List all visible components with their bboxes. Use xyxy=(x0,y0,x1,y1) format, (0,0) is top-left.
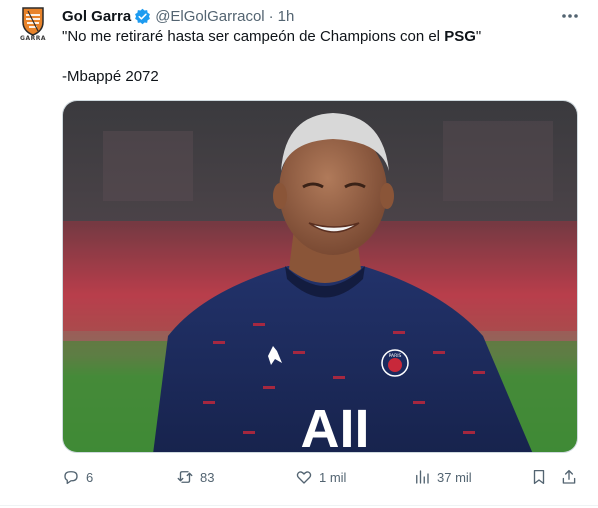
display-name[interactable]: Gol Garra xyxy=(62,8,131,25)
tweet-header: Gol Garra @ElGolGarracol · 1h xyxy=(62,6,294,26)
views-chart-icon xyxy=(416,470,429,484)
tweet-divider xyxy=(0,505,598,506)
quote-bold-text: PSG xyxy=(444,28,476,45)
bookmark-button[interactable] xyxy=(530,466,548,488)
reply-icon xyxy=(64,471,78,485)
bookmark-icon xyxy=(533,469,545,485)
retweet-count: 83 xyxy=(200,469,215,485)
action-bar: 6 83 1 mil 37 mil xyxy=(62,466,582,488)
psg-crest-text: PARIS xyxy=(389,353,402,359)
player-photo: PARIS AII xyxy=(63,101,577,453)
reply-count: 6 xyxy=(86,469,94,485)
shirt-sponsor-text: AII xyxy=(300,399,369,453)
tweet-text-line-1: "No me retiraré hasta ser campeón de Cha… xyxy=(62,27,582,47)
views-count: 37 mil xyxy=(437,469,472,485)
shield-logo-icon xyxy=(22,7,44,36)
heart-icon xyxy=(296,471,312,484)
views-button[interactable]: 37 mil xyxy=(413,466,472,488)
reply-button[interactable]: 6 xyxy=(62,466,93,488)
like-button[interactable]: 1 mil xyxy=(295,466,346,488)
tweet-media-image[interactable]: PARIS AII xyxy=(62,100,578,453)
timestamp[interactable]: 1h xyxy=(278,8,295,25)
separator-dot: · xyxy=(268,7,274,25)
verified-badge-icon xyxy=(135,8,151,24)
tweet-text: "No me retiraré hasta ser campeón de Cha… xyxy=(62,27,582,87)
share-button[interactable] xyxy=(560,466,578,488)
avatar[interactable]: GARRA xyxy=(16,6,50,42)
handle[interactable]: @ElGolGarracol xyxy=(155,8,264,25)
more-options-icon[interactable] xyxy=(560,8,580,24)
quote-closing-mark: " xyxy=(475,28,482,45)
retweet-icon xyxy=(177,471,193,483)
like-count: 1 mil xyxy=(319,469,347,485)
tweet-text-line-2: -Mbappé 2072 xyxy=(62,68,159,85)
quote-text: "No me retiraré hasta ser campeón de Cha… xyxy=(62,28,445,45)
avatar-brand-text: GARRA xyxy=(20,35,46,42)
retweet-button[interactable]: 83 xyxy=(176,466,214,488)
share-icon xyxy=(562,469,576,484)
tweet-card[interactable]: GARRA Gol Garra @ElGolGarracol · 1h "No … xyxy=(0,0,598,508)
